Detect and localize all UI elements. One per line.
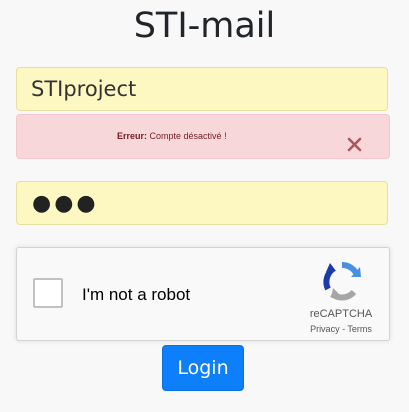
terms-link[interactable]: Terms bbox=[347, 324, 372, 334]
recaptcha-links: Privacy - Terms bbox=[298, 324, 384, 334]
privacy-link[interactable]: Privacy bbox=[310, 324, 340, 334]
login-page: STI-mail Erreur: Compte désactivé ! I'm … bbox=[0, 0, 409, 412]
close-icon[interactable] bbox=[346, 136, 363, 153]
page-title: STI-mail bbox=[133, 6, 276, 46]
recaptcha-logo-icon bbox=[322, 261, 362, 301]
recaptcha-checkbox[interactable] bbox=[33, 278, 63, 308]
recaptcha-label: I'm not a robot bbox=[82, 285, 191, 304]
alert-message: Compte désactivé ! bbox=[149, 131, 227, 141]
alert-text: Erreur: Compte désactivé ! bbox=[117, 131, 227, 142]
login-button[interactable]: Login bbox=[162, 345, 244, 391]
alert-prefix: Erreur: bbox=[117, 131, 148, 141]
recaptcha-widget: I'm not a robot reCAPTCHA Privacy - Term… bbox=[16, 247, 390, 341]
recaptcha-brand: reCAPTCHA bbox=[309, 308, 373, 320]
error-alert: Erreur: Compte désactivé ! bbox=[16, 114, 390, 159]
username-field[interactable] bbox=[16, 67, 388, 111]
password-field[interactable] bbox=[16, 181, 388, 225]
